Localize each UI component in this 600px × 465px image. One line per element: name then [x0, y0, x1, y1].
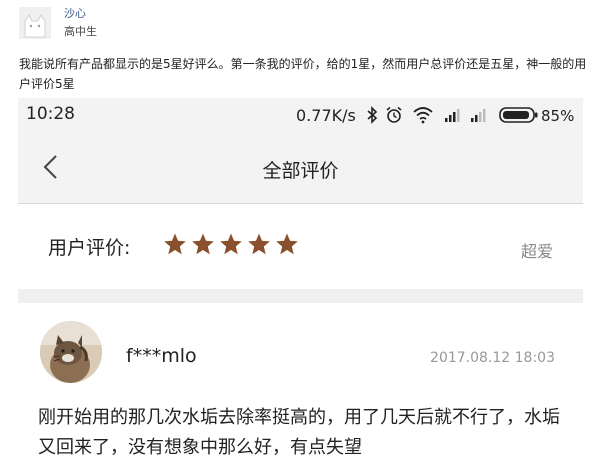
bluetooth-icon — [367, 106, 378, 124]
embedded-screenshot: 10:28 0.77K/s 85% 全部评价 用户评价: 超爱 f***mlo … — [18, 98, 583, 465]
cat-avatar-icon — [19, 7, 51, 39]
review-text: 刚开始用的那几次水垢去除率挺高的，用了几天后就不行了，水垢又回来了，没有想象中那… — [38, 407, 560, 458]
star-icon — [164, 233, 186, 255]
cat-photo-icon — [40, 321, 102, 383]
reviewer-name: f***mlo — [126, 345, 197, 367]
battery-icon — [499, 107, 538, 123]
network-speed: 0.77K/s — [296, 106, 356, 125]
reviewer-avatar[interactable] — [40, 321, 102, 383]
signal-icon — [471, 109, 486, 122]
section-divider — [18, 289, 583, 303]
star-icon — [220, 233, 242, 255]
alarm-icon — [386, 106, 402, 123]
rating-summary: 用户评价: 超爱 — [18, 205, 583, 289]
post-body-text: 我能说所有产品都显示的是5星好评么。第一条我的评价，给的1星，然而用户总评价还是… — [19, 57, 587, 91]
review-item: f***mlo 2017.08.12 18:03 刚开始用的那几次水垢去除率挺高… — [18, 303, 583, 465]
page-header: 全部评价 — [18, 132, 583, 204]
signal-icon — [445, 109, 460, 122]
rating-label: 用户评价: — [48, 237, 131, 259]
review-date: 2017.08.12 18:03 — [430, 350, 555, 366]
rating-tag: 超爱 — [520, 242, 553, 261]
page-title: 全部评价 — [262, 160, 339, 182]
post-username[interactable]: 沙心 — [64, 5, 86, 21]
star-icon — [192, 233, 214, 255]
wifi-icon — [413, 107, 433, 124]
post-user-role: 高中生 — [64, 25, 97, 38]
star-icon — [276, 233, 298, 255]
status-time: 10:28 — [26, 104, 75, 124]
star-icon — [248, 233, 270, 255]
status-bar: 10:28 0.77K/s 85% — [18, 98, 583, 132]
battery-percent: 85% — [541, 107, 575, 125]
avatar[interactable] — [19, 7, 51, 39]
